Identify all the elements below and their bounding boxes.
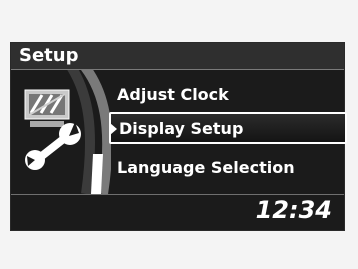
screen-header: Setup — [11, 43, 344, 70]
focus-bar — [91, 154, 103, 194]
display-icon — [24, 89, 70, 127]
page-frame: Setup Adjust Clock Display Setup Languag… — [0, 0, 358, 269]
menu-item-label: Display Setup — [119, 119, 244, 138]
right-arrow-icon — [110, 123, 117, 135]
menu-item-display-setup[interactable]: Display Setup — [109, 112, 347, 144]
setup-screen: Setup Adjust Clock Display Setup Languag… — [10, 42, 347, 231]
menu-item-language-selection[interactable]: Language Selection — [117, 158, 295, 177]
wrench-icon — [25, 122, 81, 170]
left-icon-panel — [24, 70, 111, 194]
clock-time: 12:34 — [255, 196, 332, 224]
menu-item-adjust-clock[interactable]: Adjust Clock — [117, 85, 229, 104]
screen-title: Setup — [19, 45, 79, 66]
footer-divider — [11, 194, 344, 195]
